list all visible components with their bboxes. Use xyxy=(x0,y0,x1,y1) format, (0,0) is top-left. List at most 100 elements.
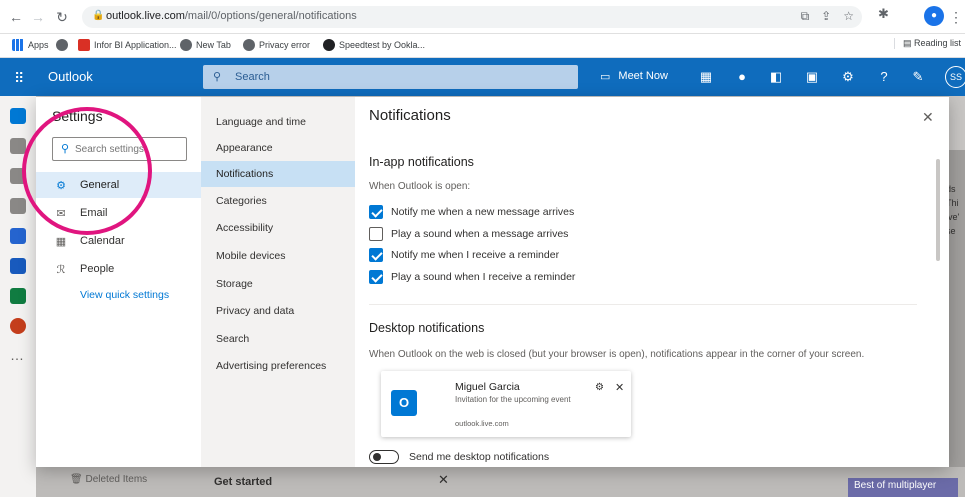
subcategory-notifications[interactable]: Notifications xyxy=(201,161,355,187)
calendar-app-icon[interactable] xyxy=(10,138,26,154)
subcategory-storage[interactable]: Storage xyxy=(201,271,355,297)
people-app-icon[interactable] xyxy=(10,168,26,184)
subcategory-categories[interactable]: Categories xyxy=(201,188,355,214)
settings-subcategories-pane: Language and time Appearance Notificatio… xyxy=(201,97,355,467)
reload-icon[interactable]: ↻ xyxy=(54,9,70,25)
app-launcher-icon[interactable]: ⠿ xyxy=(14,70,24,87)
option-sound-new-message[interactable]: Play a sound when a message arrives xyxy=(369,227,568,241)
scrollbar[interactable] xyxy=(936,159,940,261)
ad-banner[interactable]: Best of multiplayer xyxy=(848,478,958,497)
search-icon: ⚲ xyxy=(213,71,222,83)
option-label: Play a sound when a message arrives xyxy=(391,228,569,240)
word-app-icon[interactable] xyxy=(10,258,26,274)
deleted-items-folder[interactable]: 🗑 Deleted Items xyxy=(70,474,147,485)
feedback-icon[interactable]: ✎ xyxy=(910,69,926,85)
get-started-label[interactable]: Get started xyxy=(214,476,272,488)
subcategory-privacy-and-data[interactable]: Privacy and data xyxy=(201,298,355,324)
option-sound-reminder[interactable]: Play a sound when I receive a reminder xyxy=(369,270,575,284)
skype-icon[interactable]: ● xyxy=(734,69,750,84)
gear-icon: ⚙ xyxy=(595,382,604,393)
settings-gear-icon[interactable]: ⚙ xyxy=(840,69,856,85)
subcategory-mobile-devices[interactable]: Mobile devices xyxy=(201,243,355,269)
category-general[interactable]: ⚙ General xyxy=(36,172,201,198)
speedtest-icon xyxy=(323,39,335,51)
teams-icon[interactable]: ▦ xyxy=(698,69,714,85)
outlook-logo-icon: O xyxy=(391,390,417,416)
subcategory-accessibility[interactable]: Accessibility xyxy=(201,215,355,241)
bookmark-globe[interactable] xyxy=(56,39,68,51)
gear-icon: ⚙ xyxy=(56,179,66,192)
category-label: Calendar xyxy=(80,235,125,247)
option-label: Notify me when a new message arrives xyxy=(391,206,575,218)
translate-icon[interactable]: ⧉ xyxy=(801,9,810,24)
star-icon[interactable]: ☆ xyxy=(843,9,854,24)
bookmarks-bar: Apps Infor BI Application... New Tab Pri… xyxy=(0,34,965,58)
search-settings-box[interactable]: ⚲ xyxy=(52,137,187,161)
reading-list[interactable]: ▤ Reading list xyxy=(893,38,961,49)
subcategory-appearance[interactable]: Appearance xyxy=(201,135,355,161)
subcategory-advertising-preferences[interactable]: Advertising preferences xyxy=(201,353,355,379)
close-icon[interactable]: ✕ xyxy=(922,109,934,126)
bookmark-privacy-error[interactable]: Privacy error xyxy=(243,39,310,51)
trash-icon: 🗑 xyxy=(70,474,83,485)
subcategory-search[interactable]: Search xyxy=(201,326,355,352)
attach-app-icon[interactable] xyxy=(10,198,26,214)
more-apps-icon[interactable]: … xyxy=(10,348,26,364)
browser-profile-icon[interactable]: ● xyxy=(924,6,944,26)
outlook-brand[interactable]: Outlook xyxy=(48,69,93,84)
account-avatar[interactable]: SS xyxy=(945,66,965,88)
browser-menu-icon[interactable]: ⋮ xyxy=(948,9,964,25)
close-icon: ✕ xyxy=(615,382,625,394)
category-label: People xyxy=(80,263,115,275)
video-icon: ▭ xyxy=(600,71,611,83)
mail-search[interactable]: ⚲ Search xyxy=(203,65,578,89)
page-title: Notifications xyxy=(369,107,451,124)
preview-sender: Miguel Garcia xyxy=(455,381,520,393)
bookmark-apps[interactable]: Apps xyxy=(12,39,49,51)
back-icon[interactable]: ← xyxy=(8,9,24,25)
checkbox-sound-reminder[interactable] xyxy=(369,270,383,284)
my-day-icon[interactable]: ▣ xyxy=(804,69,820,85)
extensions-icon[interactable]: ✱ xyxy=(878,6,889,22)
checkbox-notify-new-message[interactable] xyxy=(369,205,383,219)
share-icon[interactable]: ⇪ xyxy=(821,9,831,24)
forward-icon[interactable]: → xyxy=(30,9,46,25)
category-people[interactable]: ℛ People xyxy=(36,256,201,282)
settings-categories-pane: Settings ⚲ ⚙ General ✉ Email ▦ Calendar … xyxy=(22,97,201,467)
calendar-icon: ▦ xyxy=(55,235,67,248)
meet-now-button[interactable]: ▭ Meet Now xyxy=(600,70,668,83)
excel-app-icon[interactable] xyxy=(10,288,26,304)
subcategory-language-and-time[interactable]: Language and time xyxy=(201,109,355,135)
outlook-header: ⠿ Outlook ⚲ Search ▭ Meet Now ▦ ● ◧ ▣ ⚙ … xyxy=(0,58,965,96)
option-notify-reminder[interactable]: Notify me when I receive a reminder xyxy=(369,248,559,262)
mail-icon: ✉ xyxy=(56,207,66,220)
desktop-notifications-toggle[interactable] xyxy=(369,450,399,464)
get-started-close-icon[interactable]: ✕ xyxy=(438,472,449,488)
settings-title: Settings xyxy=(52,108,103,124)
address-bar[interactable]: 🔒 outlook.live.com/mail/0/options/genera… xyxy=(82,6,862,28)
todo-app-icon[interactable] xyxy=(10,228,26,244)
office-icon[interactable]: ◧ xyxy=(768,69,784,85)
toggle-label: Send me desktop notifications xyxy=(409,451,550,463)
lock-icon: 🔒 xyxy=(92,10,105,21)
notification-preview: O Miguel Garcia Invitation for the upcom… xyxy=(381,371,631,437)
bookmark-new-tab[interactable]: New Tab xyxy=(180,39,231,51)
bookmark-speedtest[interactable]: Speedtest by Ookla... xyxy=(323,39,425,51)
search-settings-input[interactable] xyxy=(75,141,183,157)
option-notify-new-message[interactable]: Notify me when a new message arrives xyxy=(369,205,574,219)
desktop-notifications-toggle-row[interactable]: Send me desktop notifications xyxy=(369,450,549,464)
checkbox-notify-reminder[interactable] xyxy=(369,248,383,262)
app-rail: … xyxy=(0,96,36,497)
view-quick-settings-link[interactable]: View quick settings xyxy=(80,289,169,301)
bookmark-infor[interactable]: Infor BI Application... xyxy=(78,39,177,51)
browser-toolbar: ← → ↻ 🔒 outlook.live.com/mail/0/options/… xyxy=(0,0,965,34)
category-email[interactable]: ✉ Email xyxy=(36,200,201,226)
checkbox-sound-new-message[interactable] xyxy=(369,227,383,241)
powerpoint-app-icon[interactable] xyxy=(10,318,26,334)
option-label: Play a sound when I receive a reminder xyxy=(391,271,576,283)
category-calendar[interactable]: ▦ Calendar xyxy=(36,228,201,254)
mail-app-icon[interactable] xyxy=(10,108,26,124)
infor-logo-icon xyxy=(78,39,90,51)
help-icon[interactable]: ? xyxy=(876,69,892,84)
notifications-pane: Notifications ✕ In-app notifications Whe… xyxy=(355,97,949,467)
